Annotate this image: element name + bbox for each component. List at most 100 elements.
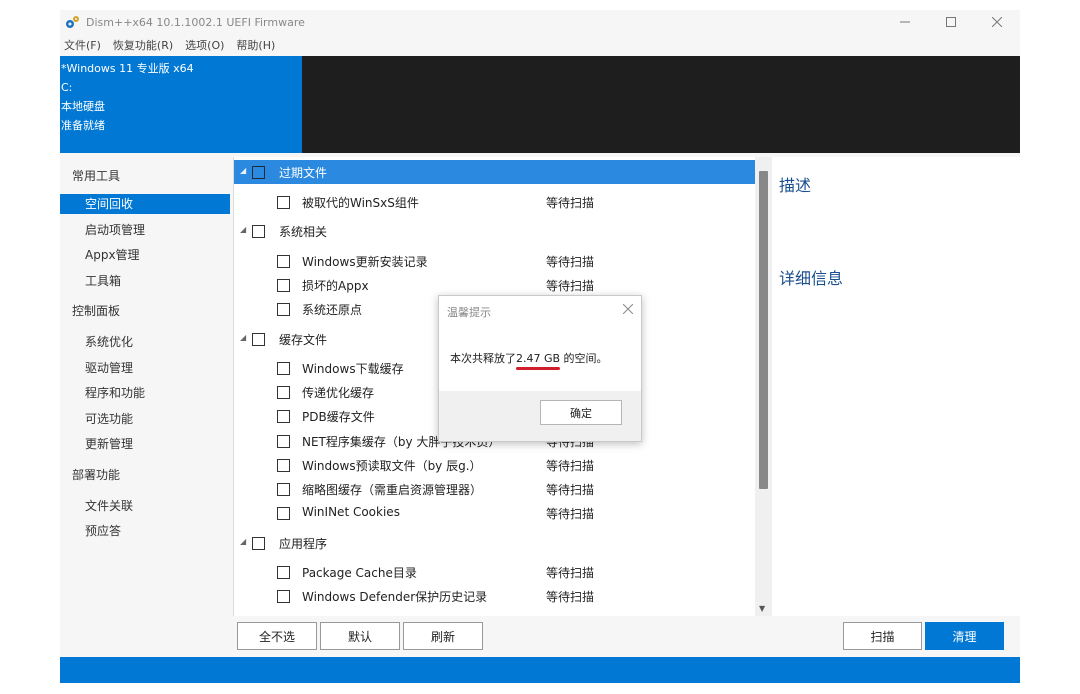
minimize-button[interactable]	[882, 10, 928, 34]
tree-item-label: 缓存文件	[279, 333, 328, 347]
tree-group-system[interactable]: ◢ 系统相关	[234, 219, 755, 243]
description-panel: 描述 详细信息	[772, 157, 1020, 616]
sidebar-item-space-reclaim[interactable]: 空间回收	[60, 194, 230, 214]
tree-item-label: 损坏的Appx	[302, 279, 369, 293]
tree-item-defender-history[interactable]: Windows Defender保护历史记录 等待扫描	[234, 584, 755, 608]
tree-item-label: 缩略图缓存（需重启资源管理器）	[302, 483, 483, 497]
tree-item-status: 等待扫描	[546, 590, 595, 604]
tree-group-apps[interactable]: ◢ 应用程序	[234, 531, 755, 555]
tree-item-label: 传递优化缓存	[302, 386, 375, 400]
tree-checkbox[interactable]	[277, 410, 290, 423]
sidebar: 常用工具 空间回收 启动项管理 Appx管理 工具箱 控制面板 系统优化 驱动管…	[60, 157, 232, 657]
tree-checkbox[interactable]	[277, 196, 290, 209]
tree-item-status: 等待扫描	[546, 196, 595, 210]
sidebar-item-optional-features[interactable]: 可选功能	[60, 409, 230, 429]
tree-checkbox[interactable]	[277, 566, 290, 579]
tree-checkbox[interactable]	[277, 303, 290, 316]
tree-group-expired-files[interactable]: ◢ 过期文件	[234, 160, 755, 184]
tree-item-label: 系统还原点	[302, 303, 363, 317]
tree-checkbox[interactable]	[277, 435, 290, 448]
tree-item-label: WinINet Cookies	[302, 505, 400, 519]
tree-checkbox[interactable]	[252, 333, 265, 346]
tree-item-status: 等待扫描	[546, 255, 595, 269]
tree-item-update-log[interactable]: Windows更新安装记录 等待扫描	[234, 249, 755, 273]
collapse-icon[interactable]: ◢	[240, 537, 246, 546]
dialog-close-button[interactable]	[622, 300, 634, 318]
scan-button[interactable]: 扫描	[843, 622, 922, 650]
drive-letter: C:	[61, 81, 73, 94]
tree-checkbox[interactable]	[252, 537, 265, 550]
tree-item-wininet-cookies[interactable]: WinINet Cookies 等待扫描	[234, 501, 755, 525]
minimize-icon	[900, 21, 910, 23]
close-icon	[622, 303, 634, 315]
sidebar-item-updates[interactable]: 更新管理	[60, 434, 230, 454]
freed-space-value: 2.47 GB	[516, 352, 561, 365]
tree-checkbox[interactable]	[277, 483, 290, 496]
tree-item-status: 等待扫描	[546, 459, 595, 473]
tree-item-label: Windows Defender保护历史记录	[302, 590, 488, 604]
tree-item-thumbnail-cache[interactable]: 缩略图缓存（需重启资源管理器） 等待扫描	[234, 477, 755, 501]
tree-item-prefetch[interactable]: Windows预读取文件（by 辰g.） 等待扫描	[234, 453, 755, 477]
tree-checkbox[interactable]	[277, 362, 290, 375]
default-button[interactable]: 默认	[320, 622, 400, 650]
title-bar: Dism++x64 10.1.1002.1 UEFI Firmware	[60, 10, 1020, 34]
status-bar	[60, 657, 1020, 683]
tree-scrollbar[interactable]: ▼	[755, 157, 772, 616]
dialog-message-prefix: 本次共释放了	[450, 352, 516, 365]
tree-item-label: 过期文件	[279, 166, 328, 180]
drive-type: 本地硬盘	[61, 100, 105, 113]
tree-item-label: 应用程序	[279, 537, 328, 551]
sidebar-item-answer-file[interactable]: 预应答	[60, 521, 230, 541]
tree-item-label: Windows预读取文件（by 辰g.）	[302, 459, 482, 473]
maximize-icon	[946, 17, 956, 27]
menu-restore[interactable]: 恢复功能(R)	[109, 37, 177, 53]
tree-checkbox[interactable]	[277, 386, 290, 399]
collapse-icon[interactable]: ◢	[240, 166, 246, 175]
tree-item-package-cache[interactable]: Package Cache目录 等待扫描	[234, 560, 755, 584]
tree-checkbox[interactable]	[277, 279, 290, 292]
tree-item-winsxs[interactable]: 被取代的WinSxS组件 等待扫描	[234, 190, 755, 214]
sidebar-item-toolbox[interactable]: 工具箱	[60, 271, 230, 291]
window-title: Dism++x64 10.1.1002.1 UEFI Firmware	[86, 15, 305, 29]
sidebar-item-file-assoc[interactable]: 文件关联	[60, 496, 230, 516]
notice-dialog: 温馨提示 本次共释放了2.47 GB 的空间。 确定	[438, 295, 642, 442]
os-name: *Windows 11 专业版 x64	[61, 62, 194, 75]
close-button[interactable]	[974, 10, 1020, 34]
clean-button[interactable]: 清理	[925, 622, 1004, 650]
tree-checkbox[interactable]	[277, 507, 290, 520]
sidebar-item-appx[interactable]: Appx管理	[60, 245, 230, 265]
window-controls	[882, 10, 1020, 34]
close-icon	[992, 17, 1002, 27]
tree-item-broken-appx[interactable]: 损坏的Appx 等待扫描	[234, 273, 755, 297]
tree-checkbox[interactable]	[252, 225, 265, 238]
tree-checkbox[interactable]	[277, 255, 290, 268]
tree-item-label: Windows下载缓存	[302, 362, 404, 376]
menu-options[interactable]: 选项(O)	[181, 37, 228, 53]
menu-help[interactable]: 帮助(H)	[232, 37, 279, 53]
tree-checkbox[interactable]	[277, 459, 290, 472]
menu-bar: 文件(F) 恢复功能(R) 选项(O) 帮助(H)	[60, 36, 283, 54]
tree-item-label: Windows更新安装记录	[302, 255, 428, 269]
maximize-button[interactable]	[928, 10, 974, 34]
sidebar-item-drivers[interactable]: 驱动管理	[60, 358, 230, 378]
scrollbar-thumb[interactable]	[759, 171, 768, 489]
tree-item-label: Package Cache目录	[302, 566, 417, 580]
sidebar-category-deployment: 部署功能	[72, 468, 121, 482]
tree-checkbox[interactable]	[277, 590, 290, 603]
session-info-panel[interactable]: *Windows 11 专业版 x64 C: 本地硬盘 准备就绪	[60, 56, 302, 153]
description-title: 描述	[779, 176, 812, 195]
dialog-message-suffix: 的空间。	[560, 352, 608, 365]
scroll-down-icon[interactable]: ▼	[759, 604, 765, 613]
collapse-icon[interactable]: ◢	[240, 333, 246, 342]
sidebar-item-system-optimize[interactable]: 系统优化	[60, 332, 230, 352]
deselect-all-button[interactable]: 全不选	[237, 622, 317, 650]
sidebar-item-programs[interactable]: 程序和功能	[60, 383, 230, 403]
collapse-icon[interactable]: ◢	[240, 225, 246, 234]
red-underline-annotation	[516, 367, 560, 370]
ok-button[interactable]: 确定	[540, 400, 622, 425]
session-list-area	[302, 56, 1020, 153]
tree-checkbox[interactable]	[252, 166, 265, 179]
refresh-button[interactable]: 刷新	[403, 622, 483, 650]
menu-file[interactable]: 文件(F)	[60, 37, 105, 53]
sidebar-item-startup[interactable]: 启动项管理	[60, 220, 230, 240]
